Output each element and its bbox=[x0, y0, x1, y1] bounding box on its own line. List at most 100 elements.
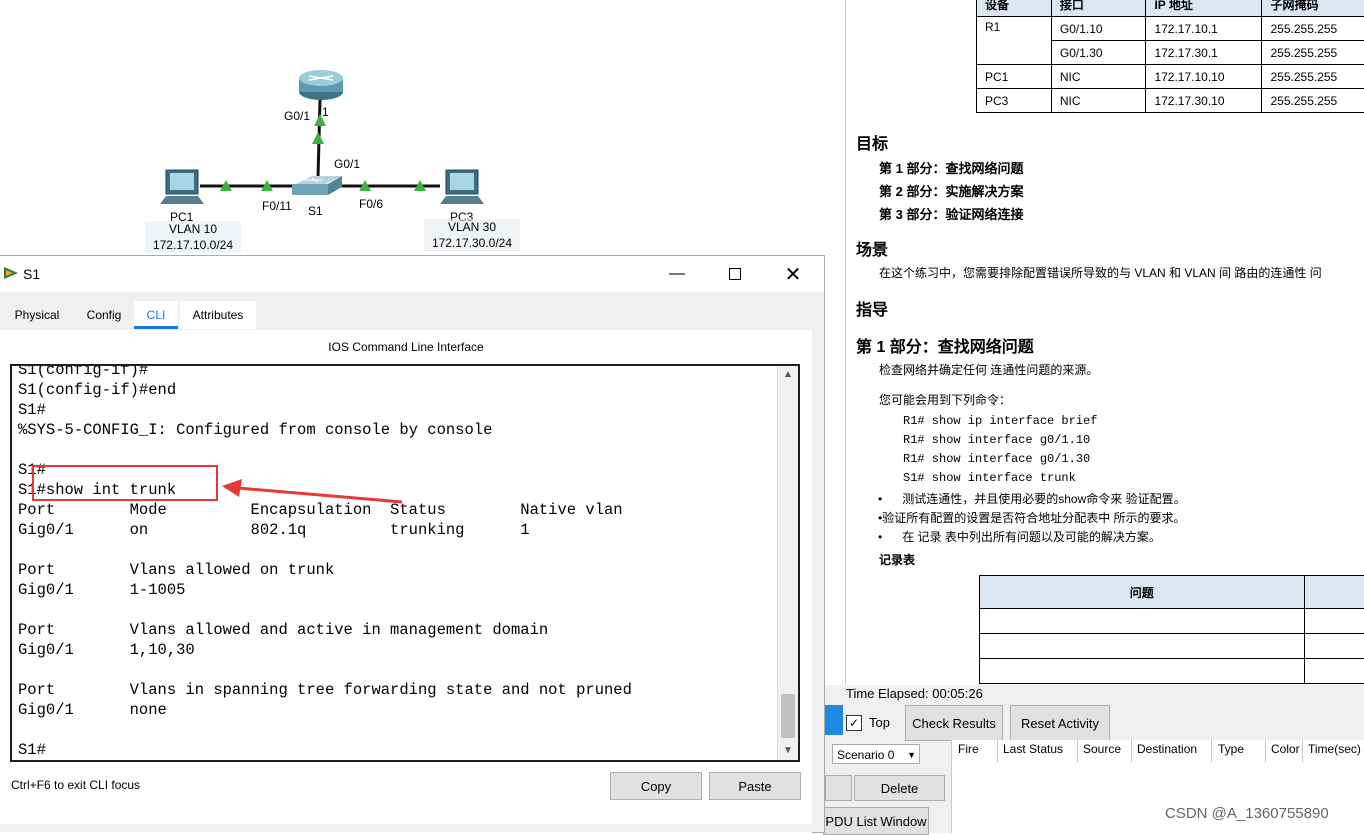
bullet-item: •验证所有配置的设置是否符合地址分配表中 所示的要求。 bbox=[878, 509, 1186, 526]
column-header-fire[interactable]: Fire bbox=[958, 742, 979, 756]
terminal-line: Port Vlans allowed and active in managem… bbox=[18, 620, 778, 640]
minimize-button[interactable]: — bbox=[648, 256, 706, 292]
command-line: R1# show interface g0/1.30 bbox=[903, 452, 1090, 466]
addr-header: 设备 bbox=[977, 0, 1052, 17]
bullet-text: 在 记录 表中列出所有问题以及可能的解决方案。 bbox=[902, 530, 1161, 544]
reset-activity-button[interactable]: Reset Activity bbox=[1010, 705, 1110, 741]
router-port-label: G0/1 bbox=[284, 109, 310, 123]
terminal-line: Gig0/1 1,10,30 bbox=[18, 640, 778, 660]
addr-header: IP 地址 bbox=[1146, 0, 1262, 17]
terminal-output: S1(config-if)#S1(config-if)#endS1#%SYS-5… bbox=[18, 364, 778, 760]
maximize-icon bbox=[729, 268, 741, 280]
topology-canvas[interactable]: G0/1 1 G0/1 F0/11 S1 F0/6 PC1 PC3 VLAN 1… bbox=[0, 0, 845, 258]
record-table-title: 记录表 bbox=[879, 551, 915, 568]
column-header-last-status[interactable]: Last Status bbox=[1003, 742, 1063, 756]
vlan10-name: VLAN 10 bbox=[145, 221, 241, 237]
address-table: 设备 接口 IP 地址 子网掩码 R1 G0/1.10 172.17.10.1 … bbox=[976, 0, 1364, 113]
record-table: 问题 bbox=[979, 575, 1364, 684]
maximize-button[interactable] bbox=[706, 256, 764, 292]
s1-device-window[interactable]: S1 — ✕ Physical Config CLI Attributes IO… bbox=[0, 255, 825, 833]
scroll-down-icon[interactable]: ▼ bbox=[778, 742, 798, 760]
column-header-color[interactable]: Color bbox=[1271, 742, 1300, 756]
record-header: 问题 bbox=[980, 576, 1305, 609]
tab-config[interactable]: Config bbox=[76, 301, 132, 329]
paste-button[interactable]: Paste bbox=[709, 772, 801, 800]
close-button[interactable]: ✕ bbox=[764, 256, 822, 292]
vlan30-name: VLAN 30 bbox=[424, 219, 520, 235]
packet-tracer-icon bbox=[3, 265, 19, 281]
terminal-line bbox=[18, 540, 778, 560]
addr-cell: 255.255.255 bbox=[1262, 41, 1364, 65]
column-header-source[interactable]: Source bbox=[1083, 742, 1121, 756]
instructions-document[interactable]: 设备 接口 IP 地址 子网掩码 R1 G0/1.10 172.17.10.1 … bbox=[845, 0, 1364, 685]
addr-cell: 172.17.30.10 bbox=[1146, 89, 1262, 113]
objective-item: 第 3 部分：验证网络连接 bbox=[879, 204, 1023, 223]
table-row bbox=[980, 609, 1364, 634]
terminal-line: S1# bbox=[18, 740, 778, 760]
addr-cell: 255.255.255 bbox=[1262, 65, 1364, 89]
terminal-line: %SYS-5-CONFIG_I: Configured from console… bbox=[18, 420, 778, 440]
command-line: S1# show interface trunk bbox=[903, 471, 1076, 485]
column-header-time[interactable]: Time(sec) bbox=[1308, 742, 1361, 756]
tab-cli[interactable]: CLI bbox=[134, 301, 178, 329]
cli-terminal[interactable]: S1(config-if)#S1(config-if)#endS1#%SYS-5… bbox=[10, 364, 800, 762]
column-header-type[interactable]: Type bbox=[1218, 742, 1244, 756]
copy-button[interactable]: Copy bbox=[610, 772, 702, 800]
vlan30-subnet: 172.17.30.0/24 bbox=[424, 235, 520, 251]
addr-cell: NIC bbox=[1051, 65, 1146, 89]
cli-panel: IOS Command Line Interface S1(config-if)… bbox=[0, 330, 812, 834]
scroll-up-icon[interactable]: ▲ bbox=[778, 366, 798, 384]
table-row: PC3 NIC 172.17.30.10 255.255.255 bbox=[977, 89, 1364, 113]
close-icon: ✕ bbox=[785, 262, 802, 287]
vlan10-note: VLAN 10 172.17.10.0/24 bbox=[145, 221, 241, 253]
addr-cell: 172.17.10.1 bbox=[1146, 17, 1262, 41]
terminal-line bbox=[18, 600, 778, 620]
addr-cell: G0/1.30 bbox=[1051, 41, 1146, 65]
column-header-destination[interactable]: Destination bbox=[1137, 742, 1197, 756]
scrollbar-thumb[interactable] bbox=[781, 694, 795, 738]
terminal-line bbox=[18, 660, 778, 680]
terminal-line: S1(config-if)# bbox=[18, 364, 778, 380]
scenario-select[interactable]: Scenario 0 ▼ bbox=[832, 744, 920, 764]
pdu-new-button[interactable] bbox=[825, 775, 852, 801]
objectives-heading: 目标 bbox=[856, 130, 888, 154]
tab-attributes[interactable]: Attributes bbox=[180, 301, 256, 329]
left-port-label: F0/11 bbox=[262, 199, 292, 213]
bullet-text: 验证所有配置的设置是否符合地址分配表中 所示的要求。 bbox=[882, 511, 1185, 525]
objective-item: 第 2 部分：实施解决方案 bbox=[879, 181, 1023, 200]
part1-intro: 检查网络并确定任何 连通性问题的来源。 bbox=[879, 361, 1098, 378]
cli-panel-title: IOS Command Line Interface bbox=[0, 340, 812, 354]
check-results-button[interactable]: Check Results bbox=[905, 705, 1003, 741]
terminal-line: Port Vlans allowed on trunk bbox=[18, 560, 778, 580]
terminal-line: Gig0/1 1-1005 bbox=[18, 580, 778, 600]
vlan30-note: VLAN 30 172.17.30.0/24 bbox=[424, 219, 520, 251]
topology-links bbox=[0, 0, 845, 258]
top-checkbox[interactable]: ✓ bbox=[846, 715, 862, 731]
chevron-down-icon: ▼ bbox=[907, 745, 916, 765]
router-port-suffix: 1 bbox=[322, 105, 329, 119]
terminal-scrollbar[interactable]: ▲ ▼ bbox=[777, 366, 798, 760]
table-row: PC1 NIC 172.17.10.10 255.255.255 bbox=[977, 65, 1364, 89]
table-row: R1 G0/1.10 172.17.10.1 255.255.255 bbox=[977, 17, 1364, 41]
addr-cell: 255.255.255 bbox=[1262, 17, 1364, 41]
sim-mode-indicator[interactable] bbox=[825, 705, 843, 735]
addr-cell: 255.255.255 bbox=[1262, 89, 1364, 113]
addr-cell: R1 bbox=[977, 17, 1052, 65]
delete-button[interactable]: Delete bbox=[854, 775, 945, 801]
scenario-heading: 场景 bbox=[856, 236, 888, 260]
addr-cell: PC1 bbox=[977, 65, 1052, 89]
window-titlebar[interactable]: S1 — ✕ bbox=[0, 256, 824, 292]
table-row bbox=[980, 659, 1364, 684]
instructions-heading: 指导 bbox=[856, 296, 888, 320]
scenario-select-value: Scenario 0 bbox=[837, 748, 894, 762]
annotation-highlight-box bbox=[32, 465, 218, 501]
time-elapsed: Time Elapsed: 00:05:26 bbox=[846, 686, 983, 701]
command-line: R1# show interface g0/1.10 bbox=[903, 433, 1090, 447]
annotation-arrow-icon bbox=[220, 470, 410, 510]
pdu-list-window-button[interactable]: PDU List Window bbox=[823, 807, 929, 835]
tab-physical[interactable]: Physical bbox=[4, 301, 70, 329]
window-title: S1 bbox=[23, 266, 40, 282]
terminal-line: Gig0/1 on 802.1q trunking 1 bbox=[18, 520, 778, 540]
bullet-text: 测试连通性，并且使用必要的show命令来 验证配置。 bbox=[902, 492, 1185, 506]
terminal-line: Port Vlans in spanning tree forwarding s… bbox=[18, 680, 778, 700]
